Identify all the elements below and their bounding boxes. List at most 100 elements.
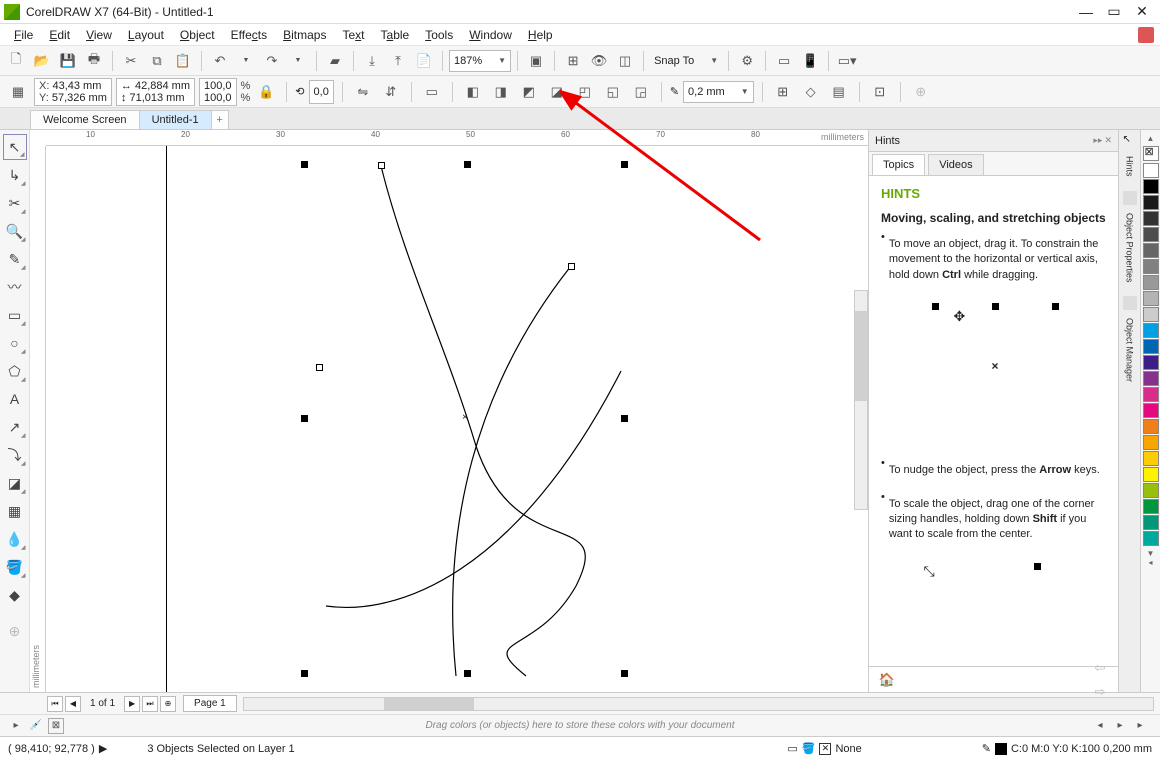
tray-scroll-right-icon[interactable]: ▸ xyxy=(1112,718,1128,734)
weld-icon[interactable]: ◧ xyxy=(461,80,485,104)
drawing-area[interactable]: millimeters 1020304050607080 millimeters xyxy=(30,130,868,692)
redo-menu[interactable]: ▼ xyxy=(286,49,310,73)
width-value[interactable]: 42,884 mm xyxy=(135,80,190,92)
vertical-scrollbar[interactable] xyxy=(854,290,868,510)
outline-pen-status-icon[interactable]: ✎ xyxy=(982,742,991,755)
freehand-tool[interactable]: ✎◢ xyxy=(3,246,27,272)
x-value[interactable]: 43,43 mm xyxy=(52,80,101,92)
interactive-fill-tool[interactable]: 🪣◢ xyxy=(3,554,27,580)
color-swatch[interactable] xyxy=(1143,163,1159,178)
ruler-vertical[interactable]: millimeters xyxy=(30,146,46,692)
document-palette[interactable]: ▸ 💉 ⊠ Drag colors (or objects) here to s… xyxy=(0,714,1160,736)
palette-flyout-icon[interactable]: ◂ xyxy=(1148,558,1152,567)
page-prev-icon[interactable]: ◀ xyxy=(65,696,81,712)
lock-ratio-icon[interactable]: 🔒 xyxy=(254,80,278,104)
artistic-media-tool[interactable]: 〰 xyxy=(3,274,27,300)
menu-view[interactable]: View xyxy=(78,26,120,44)
fullscreen-preview-icon[interactable]: ▣ xyxy=(524,49,548,73)
drop-shadow-tool[interactable]: ◪◢ xyxy=(3,470,27,496)
export-button[interactable]: ⤒ xyxy=(386,49,410,73)
tray-menu-icon[interactable]: ▸ xyxy=(8,718,24,734)
color-swatch[interactable] xyxy=(1143,483,1159,498)
maximize-button[interactable] xyxy=(1100,2,1128,22)
save-button[interactable]: 💾 xyxy=(56,49,80,73)
tray-no-color-icon[interactable]: ⊠ xyxy=(48,718,64,734)
fill-swatch-icon[interactable]: 🪣 xyxy=(802,742,816,755)
color-swatch[interactable] xyxy=(1143,515,1159,530)
transparency-tool[interactable]: ▦ xyxy=(3,498,27,524)
import-button[interactable]: ⤓ xyxy=(360,49,384,73)
shape-tool[interactable]: ↳◢ xyxy=(3,162,27,188)
simplify-icon[interactable]: ◪ xyxy=(545,80,569,104)
menu-bitmaps[interactable]: Bitmaps xyxy=(275,26,334,44)
search-content-icon[interactable]: ▰ xyxy=(323,49,347,73)
y-value[interactable]: 57,326 mm xyxy=(52,92,107,104)
close-button[interactable] xyxy=(1128,2,1156,22)
menu-tools[interactable]: Tools xyxy=(417,26,461,44)
color-swatch[interactable] xyxy=(1143,243,1159,258)
tab-welcome-screen[interactable]: Welcome Screen xyxy=(30,110,140,129)
color-swatch[interactable] xyxy=(1143,355,1159,370)
close-docker-icon[interactable]: ✕ xyxy=(1104,135,1112,146)
strip-object-manager[interactable]: Object Manager xyxy=(1125,318,1135,382)
color-swatch[interactable] xyxy=(1143,179,1159,194)
undo-button[interactable]: ↶ xyxy=(208,49,232,73)
tab-untitled-1[interactable]: Untitled-1 xyxy=(139,110,212,129)
add-preset-icon[interactable]: ⊕ xyxy=(909,80,933,104)
menu-layout[interactable]: Layout xyxy=(120,26,172,44)
page-tab-1[interactable]: Page 1 xyxy=(183,695,237,712)
palette-scroll-up-icon[interactable]: ▲ xyxy=(1147,134,1155,143)
strip-hints[interactable]: Hints xyxy=(1125,156,1135,177)
color-swatch[interactable] xyxy=(1143,227,1159,242)
color-swatch[interactable] xyxy=(1143,211,1159,226)
hints-tab-videos[interactable]: Videos xyxy=(928,154,983,176)
open-button[interactable]: 📂 xyxy=(30,49,54,73)
collapse-docker-icon[interactable]: ▸▸ xyxy=(1093,135,1102,146)
color-swatch[interactable] xyxy=(1143,275,1159,290)
front-minus-back-icon[interactable]: ◰ xyxy=(573,80,597,104)
color-swatch[interactable] xyxy=(1143,259,1159,274)
no-fill-icon[interactable]: ✕ xyxy=(819,743,831,755)
color-swatch[interactable] xyxy=(1143,451,1159,466)
color-swatch[interactable] xyxy=(1143,467,1159,482)
smart-fill-tool[interactable]: ◆ xyxy=(3,582,27,608)
wrap-text-icon[interactable]: ⊞ xyxy=(771,80,795,104)
hints-home-icon[interactable]: 🏠 xyxy=(875,668,899,692)
copy-button[interactable]: ⧉ xyxy=(145,49,169,73)
show-rulers-icon[interactable]: ⊞ xyxy=(561,49,585,73)
outline-color-swatch[interactable] xyxy=(995,743,1007,755)
color-swatch[interactable] xyxy=(1143,435,1159,450)
canvas[interactable]: × xyxy=(46,146,868,692)
color-swatch[interactable] xyxy=(1143,419,1159,434)
palette-scroll-down-icon[interactable]: ▼ xyxy=(1147,549,1155,558)
print-button[interactable]: 🖶 xyxy=(82,49,106,73)
connector-tool[interactable]: ⤵◢ xyxy=(3,442,27,468)
app-launcher-dropdown[interactable]: ▭▾ xyxy=(835,49,859,73)
crop-tool[interactable]: ✂◢ xyxy=(3,190,27,216)
play-icon[interactable]: ▶ xyxy=(99,742,107,755)
zoom-tool[interactable]: 🔍◢ xyxy=(3,218,27,244)
menu-object[interactable]: Object xyxy=(172,26,223,44)
tray-flyout-icon[interactable]: ▸ xyxy=(1132,718,1148,734)
color-swatch[interactable] xyxy=(1143,387,1159,402)
color-swatch[interactable] xyxy=(1143,499,1159,514)
zoom-combo[interactable]: 187%▼ xyxy=(449,50,511,72)
page-last-icon[interactable]: ⏭ xyxy=(142,696,158,712)
color-swatch[interactable] xyxy=(1143,403,1159,418)
intersect-icon[interactable]: ◩ xyxy=(517,80,541,104)
angle-value[interactable]: 0,0 xyxy=(309,80,334,104)
tray-scroll-left-icon[interactable]: ◂ xyxy=(1092,718,1108,734)
no-color-swatch[interactable]: ⊠ xyxy=(1143,146,1159,161)
menu-file[interactable]: File xyxy=(6,26,41,44)
to-front-icon[interactable]: ▭ xyxy=(420,80,444,104)
color-swatch[interactable] xyxy=(1143,195,1159,210)
cut-button[interactable]: ✂ xyxy=(119,49,143,73)
dimension-tool[interactable]: ↗◢ xyxy=(3,414,27,440)
show-guidelines-icon[interactable]: ◫ xyxy=(613,49,637,73)
back-minus-front-icon[interactable]: ◱ xyxy=(601,80,625,104)
page-add-icon[interactable]: ⊕ xyxy=(160,696,176,712)
outline-width-combo[interactable]: 0,2 mm▼ xyxy=(683,81,754,103)
ellipse-tool[interactable]: ○◢ xyxy=(3,330,27,356)
menu-table[interactable]: Table xyxy=(373,26,418,44)
convert-curves-icon[interactable]: ◇ xyxy=(799,80,823,104)
